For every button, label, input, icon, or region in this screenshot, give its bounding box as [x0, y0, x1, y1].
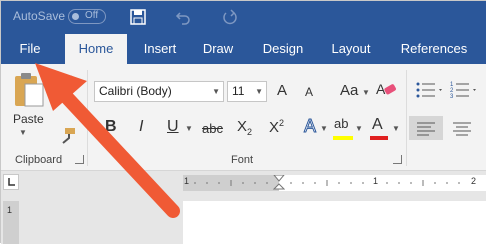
annotation-arrow-icon [35, 63, 180, 218]
